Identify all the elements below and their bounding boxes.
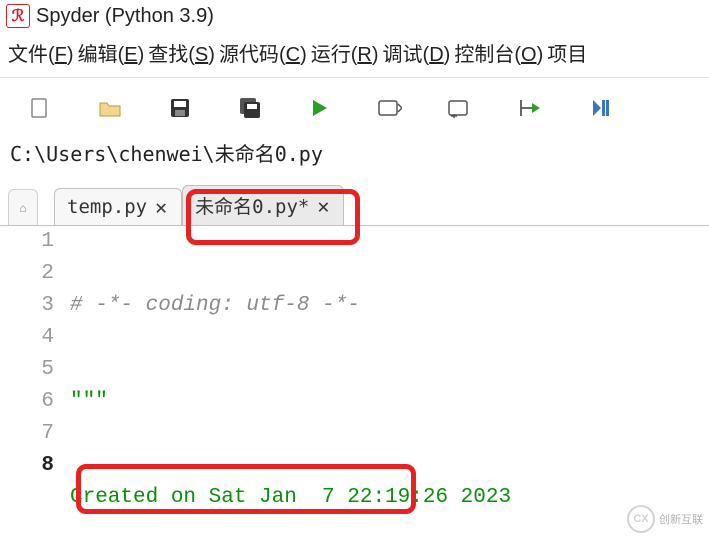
- save-button[interactable]: [168, 96, 192, 120]
- line-gutter: 1 2 3 4 5 6 7 8: [0, 226, 70, 525]
- menu-file[interactable]: 文件(F): [8, 38, 74, 67]
- open-file-button[interactable]: [98, 96, 122, 120]
- tab-label: 未命名0.py*: [195, 192, 309, 219]
- menu-bar: 文件(F) 编辑(E) 查找(S) 源代码(C) 运行(R) 调试(D) 控制台…: [0, 32, 709, 78]
- window-title: Spyder (Python 3.9): [36, 5, 214, 28]
- spyder-icon: ℛ: [6, 4, 30, 28]
- code-editor[interactable]: 1 2 3 4 5 6 7 8 # -*- coding: utf-8 -*- …: [0, 225, 709, 525]
- run-cell-button[interactable]: [378, 96, 402, 120]
- menu-find[interactable]: 查找(S): [148, 38, 215, 67]
- tab-temp-py[interactable]: temp.py ✕: [54, 188, 182, 225]
- menu-debug[interactable]: 调试(D): [383, 38, 451, 67]
- menu-edit[interactable]: 编辑(E): [78, 38, 145, 67]
- watermark-text: 创新互联: [659, 511, 703, 527]
- tab-label: temp.py: [67, 196, 147, 218]
- menu-project[interactable]: 项目: [547, 38, 587, 67]
- run-selection-button[interactable]: [518, 96, 542, 120]
- code-line: # -*- coding: utf-8 -*-: [70, 294, 360, 317]
- run-button[interactable]: [308, 96, 332, 120]
- file-path: C:\Users\chenwei\未命名0.py: [0, 134, 709, 167]
- code-line: Created on Sat Jan 7 22:19:26 2023: [70, 486, 511, 509]
- debug-button[interactable]: [588, 96, 612, 120]
- menu-run[interactable]: 运行(R): [311, 38, 379, 67]
- watermark: CX 创新互联: [627, 505, 703, 533]
- tab-unnamed0-py[interactable]: 未命名0.py* ✕: [182, 185, 344, 225]
- editor-tab-row: ⌂ temp.py ✕ 未命名0.py* ✕: [0, 169, 709, 225]
- code-area[interactable]: # -*- coding: utf-8 -*- """ Created on S…: [70, 226, 709, 525]
- menu-console[interactable]: 控制台(O): [454, 38, 543, 67]
- toolbar: [0, 78, 709, 134]
- code-line: """: [70, 390, 108, 413]
- welcome-tab[interactable]: ⌂: [8, 189, 38, 225]
- new-file-button[interactable]: [28, 96, 52, 120]
- save-all-button[interactable]: [238, 96, 262, 120]
- close-icon[interactable]: ✕: [315, 194, 331, 218]
- menu-source[interactable]: 源代码(C): [219, 38, 307, 67]
- close-icon[interactable]: ✕: [153, 195, 169, 219]
- watermark-logo-icon: CX: [627, 505, 655, 533]
- run-cell-advance-button[interactable]: [448, 96, 472, 120]
- title-bar: ℛ Spyder (Python 3.9): [0, 0, 709, 32]
